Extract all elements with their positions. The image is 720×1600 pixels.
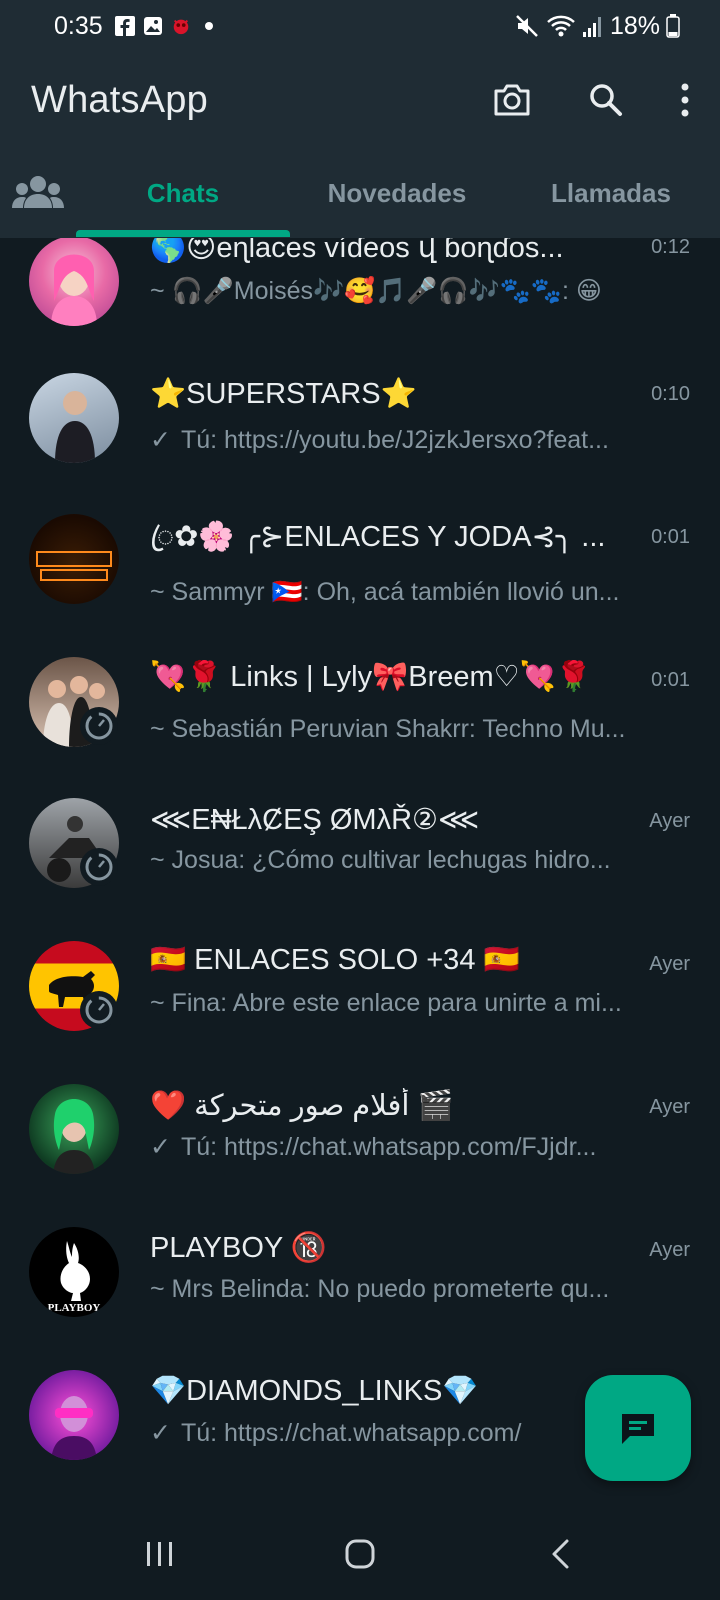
app-title: WhatsApp: [31, 78, 208, 121]
tab-llamadas-label: Llamadas: [551, 177, 671, 208]
chat-row[interactable]: ꦿ✿🌸 ╭⊱ENLACES Y JODA⊰╮ ... 0:01 ~ Sammyr…: [0, 514, 720, 657]
mute-icon: [514, 13, 540, 39]
chat-row[interactable]: 🇪🇸 ENLACES SOLO +34 🇪🇸 Ayer ~ Fina: Abre…: [0, 941, 720, 1084]
tab-bar: Chats Novedades Llamadas: [0, 148, 720, 238]
chat-preview: ✓ Tú: https://chat.whatsapp.com/: [150, 1419, 522, 1447]
chat-preview: ~ Mrs Belinda: No puedo prometerte qu...: [150, 1275, 610, 1303]
chat-name: ⭐SUPERSTARS⭐: [150, 378, 417, 410]
chat-row[interactable]: ❤️ أفلام صور متحركة 🎬 Ayer ✓ Tú: https://…: [0, 1084, 720, 1227]
status-indicator-icon: [80, 848, 118, 886]
active-tab-indicator: [76, 230, 290, 237]
chat-name: 🇪🇸 ENLACES SOLO +34 🇪🇸: [150, 944, 520, 976]
more-vert-icon: [681, 83, 689, 117]
chat-time: 0:10: [651, 383, 690, 405]
chat-name: ꦿ✿🌸 ╭⊱ENLACES Y JODA⊰╮ ...: [150, 521, 606, 553]
chat-name: PLAYBOY 🔞: [150, 1232, 327, 1264]
chat-preview: ~ 🎧🎤Moisés🎶🥰🎵🎤🎧🎶🐾🐾: 😁: [150, 277, 602, 305]
avatar: [29, 238, 119, 326]
recent-apps-button[interactable]: [130, 1528, 190, 1580]
status-bar: 0:35 18%: [0, 0, 720, 52]
tab-chats[interactable]: Chats: [76, 148, 290, 238]
facebook-notification-icon: [114, 16, 135, 36]
read-tick-icon: ✓: [150, 1419, 171, 1447]
search-button[interactable]: [576, 70, 636, 130]
chat-time: 0:01: [651, 526, 690, 548]
avatar: [29, 514, 119, 604]
wifi-icon: [546, 13, 576, 39]
chat-time: Ayer: [649, 1096, 690, 1118]
chat-time: Ayer: [649, 810, 690, 832]
more-notifications-dot-icon: [199, 16, 219, 36]
chat-name: 🌎😍eɳlaces víɗeos վ ɓoɳɗos...: [150, 238, 564, 264]
chat-preview: ~ Josua: ¿Cómo cultivar lechugas hidro..…: [150, 846, 611, 874]
chat-preview: ✓ Tú: https://youtu.be/J2jzkJersxo?feat..…: [150, 426, 609, 454]
chat-preview: ~ Fina: Abre este enlace para unirte a m…: [150, 989, 622, 1017]
chat-row[interactable]: 💘🌹 Links | Lyly🎀Breem♡💘🌹 0:01 ~ Sebastiá…: [0, 657, 720, 800]
back-icon: [552, 1539, 569, 1569]
chat-list: 🌎😍eɳlaces víɗeos վ ɓoɳɗos... 0:12 ~ 🎧🎤Mo…: [0, 238, 720, 1508]
more-options-button[interactable]: [670, 70, 700, 130]
chat-row[interactable]: PLAYBOY PLAYBOY 🔞 Ayer ~ Mrs Belinda: No…: [0, 1227, 720, 1370]
camera-button[interactable]: [482, 70, 542, 130]
chat-row[interactable]: ⋘E₦ŁλȻEŞ ØMλŘ②⋘ Ayer ~ Josua: ¿Cómo cult…: [0, 798, 720, 941]
back-button[interactable]: [530, 1528, 590, 1580]
avatar: [29, 1370, 119, 1460]
chat-row[interactable]: ⭐SUPERSTARS⭐ 0:10 ✓ Tú: https://youtu.be/…: [0, 371, 720, 514]
chat-name: 💘🌹 Links | Lyly🎀Breem♡💘🌹: [150, 661, 592, 693]
avatar: [29, 373, 119, 463]
chat-preview: ~ Sebastián Peruvian Shakrr: Techno Mu..…: [150, 715, 626, 743]
app-notification-icon: [171, 16, 191, 36]
signal-icon: [582, 14, 604, 38]
system-nav-bar: [0, 1508, 720, 1600]
chat-name: 💎DIAMONDS_LINKS💎: [150, 1375, 479, 1407]
tab-llamadas[interactable]: Llamadas: [504, 148, 718, 238]
chat-time: 0:12: [651, 238, 690, 258]
read-tick-icon: ✓: [150, 1133, 171, 1161]
read-tick-icon: ✓: [150, 426, 171, 454]
search-icon: [590, 84, 622, 116]
avatar: PLAYBOY: [29, 1227, 119, 1317]
status-time: 0:35: [54, 11, 103, 40]
chat-time: Ayer: [649, 1239, 690, 1261]
chat-preview: ~ Sammyr 🇵🇷: Oh, acá también llovió un..…: [150, 578, 620, 606]
tab-novedades[interactable]: Novedades: [290, 148, 504, 238]
gallery-notification-icon: [143, 16, 163, 36]
home-button[interactable]: [330, 1528, 390, 1580]
tab-chats-label: Chats: [146, 177, 220, 208]
home-icon: [345, 1539, 375, 1569]
community-tab[interactable]: [8, 166, 68, 218]
status-indicator-icon: [80, 707, 118, 745]
svg-text:PLAYBOY: PLAYBOY: [48, 1302, 101, 1314]
tab-novedades-label: Novedades: [327, 177, 467, 208]
recent-apps-icon: [147, 1542, 172, 1566]
app-header: WhatsApp: [0, 52, 720, 148]
chat-name: ⋘E₦ŁλȻEŞ ØMλŘ②⋘: [150, 804, 480, 836]
battery-icon: [666, 14, 680, 38]
community-icon: [12, 176, 64, 208]
chat-row[interactable]: 🌎😍eɳlaces víɗeos վ ɓoɳɗos... 0:12 ~ 🎧🎤Mo…: [0, 238, 720, 371]
camera-icon: [494, 84, 530, 116]
avatar: [29, 1084, 119, 1174]
chat-name: ❤️ أفلام صور متحركة 🎬: [150, 1090, 454, 1122]
status-indicator-icon: [80, 991, 118, 1029]
chat-time: 0:01: [651, 669, 690, 691]
battery-percent: 18%: [609, 11, 660, 40]
new-chat-icon: [622, 1414, 654, 1444]
chat-time: Ayer: [649, 953, 690, 975]
chat-preview: ✓ Tú: https://chat.whatsapp.com/FJjdr...: [150, 1133, 597, 1161]
new-chat-button[interactable]: [585, 1375, 691, 1481]
